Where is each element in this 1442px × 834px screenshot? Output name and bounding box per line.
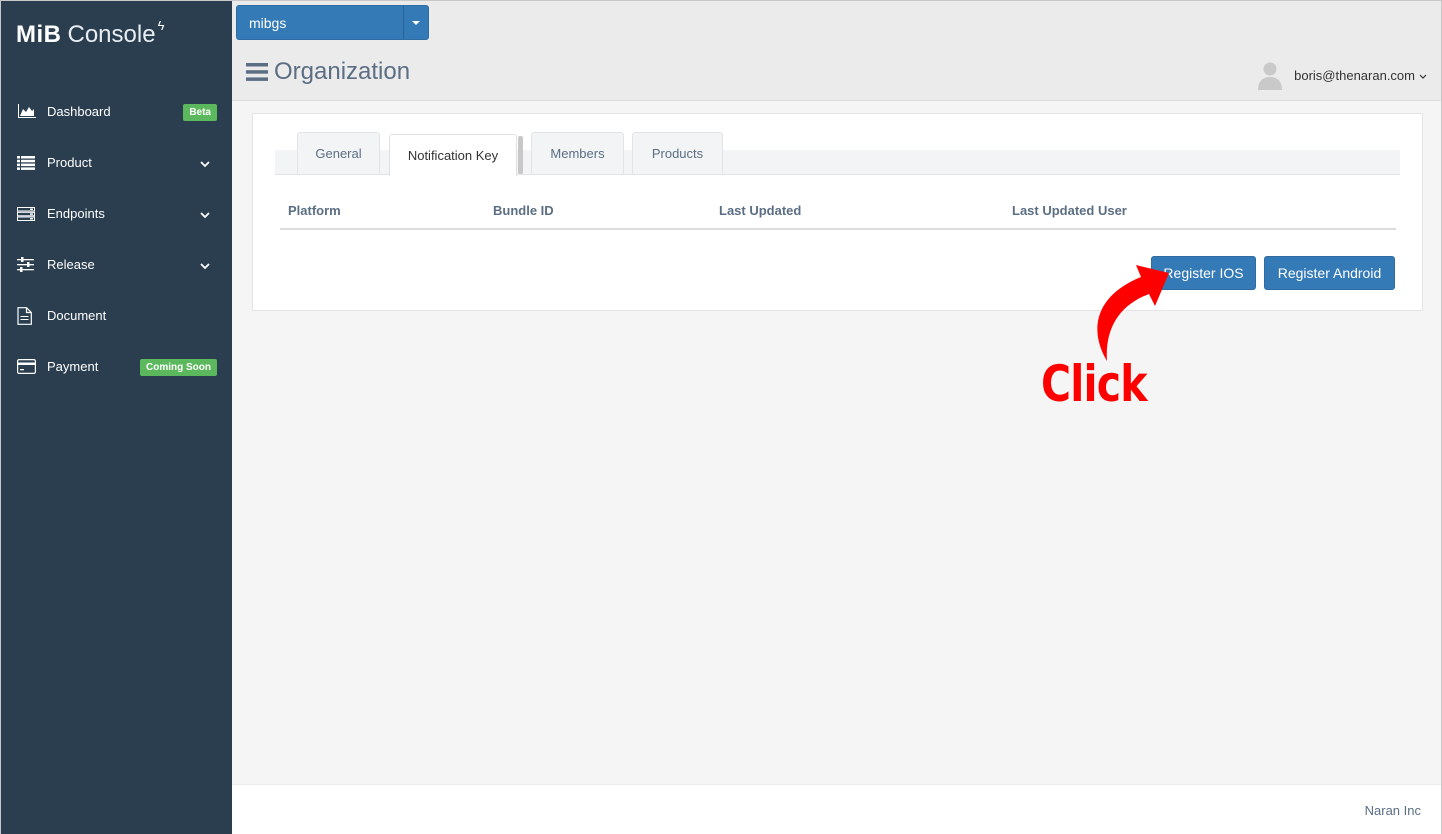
sidebar-nav: Dashboard Beta Product Endpoints Release… xyxy=(1,86,232,392)
top-bar: mibgs Organization boris@thenaran.com xyxy=(232,1,1441,101)
chevron-down-icon xyxy=(200,207,210,222)
tab-general[interactable]: General xyxy=(297,132,380,174)
sliders-icon xyxy=(17,256,37,274)
page-title: Organization xyxy=(274,58,411,85)
notification-key-panel: General Notification Key Members Product… xyxy=(252,113,1423,311)
credit-card-icon xyxy=(17,358,37,376)
organization-select-value: mibgs xyxy=(249,14,287,31)
dropdown-toggle[interactable] xyxy=(403,6,428,39)
chevron-down-icon xyxy=(1419,68,1427,83)
annotation-click-label: Click xyxy=(1041,355,1147,413)
document-icon xyxy=(17,306,37,325)
sidebar-item-label: Product xyxy=(47,155,92,170)
app-logo[interactable]: MiB Console ϟ xyxy=(16,18,165,51)
tab-label: General xyxy=(315,146,362,161)
server-icon xyxy=(17,205,37,223)
sidebar-item-release[interactable]: Release xyxy=(1,239,232,290)
avatar xyxy=(1258,60,1283,90)
sidebar-item-payment[interactable]: Payment Coming Soon xyxy=(1,341,232,392)
organization-select[interactable]: mibgs xyxy=(236,5,429,40)
caret-down-icon xyxy=(412,20,420,25)
footer-company: Naran Inc xyxy=(1364,803,1421,818)
page-title-group: Organization xyxy=(246,58,410,86)
table-header: Platform Bundle ID Last Updated Last Upd… xyxy=(280,203,1396,230)
column-header[interactable]: Platform xyxy=(288,203,341,218)
coming-soon-badge: Coming Soon xyxy=(140,359,217,376)
sidebar-item-label: Release xyxy=(47,257,95,272)
beta-badge: Beta xyxy=(183,104,217,121)
sidebar-item-endpoints[interactable]: Endpoints xyxy=(1,188,232,239)
column-header[interactable]: Bundle ID xyxy=(493,203,554,218)
user-menu[interactable]: boris@thenaran.com xyxy=(1258,60,1427,90)
tab-notification-key[interactable]: Notification Key xyxy=(389,134,523,176)
tab-label: Members xyxy=(550,146,605,161)
area-chart-icon xyxy=(17,103,37,121)
sidebar-item-product[interactable]: Product xyxy=(1,137,232,188)
tab-label: Products xyxy=(651,146,704,161)
chevron-down-icon xyxy=(200,156,210,171)
tab-members[interactable]: Members xyxy=(531,132,624,174)
sidebar-item-document[interactable]: Document xyxy=(1,290,232,341)
sidebar-item-label: Document xyxy=(47,308,107,323)
sidebar-item-dashboard[interactable]: Dashboard Beta xyxy=(1,86,232,137)
chevron-down-icon xyxy=(200,258,210,273)
sidebar-item-label: Payment xyxy=(47,359,99,374)
hamburger-icon[interactable] xyxy=(246,62,268,82)
logo-product: Console xyxy=(67,21,156,48)
tab-products[interactable]: Products xyxy=(632,132,723,174)
sidebar: MiB Console ϟ Dashboard Beta Product End… xyxy=(1,1,232,834)
column-header[interactable]: Last Updated User xyxy=(1012,203,1127,218)
register-android-button[interactable]: Register Android xyxy=(1264,256,1395,290)
tab-label: Notification Key xyxy=(407,148,499,163)
sidebar-item-label: Dashboard xyxy=(47,104,111,119)
column-header[interactable]: Last Updated xyxy=(719,203,801,218)
list-icon xyxy=(17,154,37,172)
annotation-arrow-icon xyxy=(1097,265,1169,361)
user-email: boris@thenaran.com xyxy=(1294,67,1415,83)
footer: Naran Inc xyxy=(232,784,1441,834)
sidebar-item-label: Endpoints xyxy=(47,206,105,221)
button-label: Register Android xyxy=(1277,265,1382,281)
logo-brand: MiB xyxy=(16,21,62,48)
bolt-icon: ϟ xyxy=(157,18,165,33)
